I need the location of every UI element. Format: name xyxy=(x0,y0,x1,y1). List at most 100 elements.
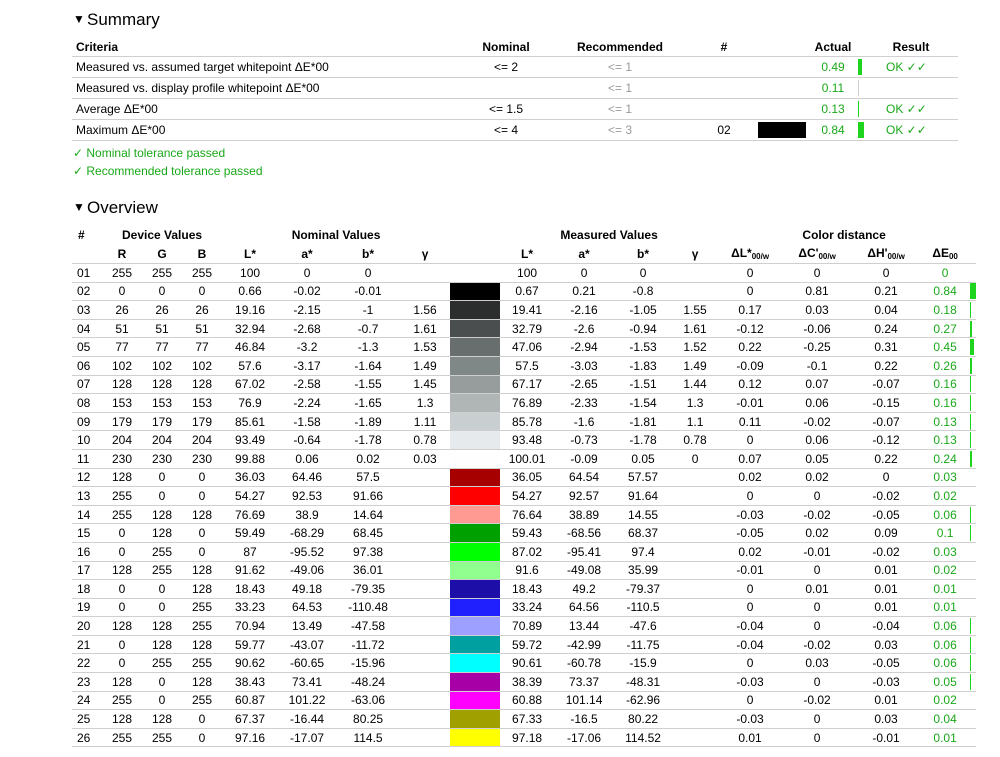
delta-h: 0.03 xyxy=(852,635,921,655)
nominal-l: 54.27 xyxy=(222,486,279,506)
swatch-cell xyxy=(450,635,501,655)
measured-b: 114.52 xyxy=(614,728,673,748)
summary-recommended: <= 1 xyxy=(548,56,692,78)
measured-a: -0.09 xyxy=(554,449,615,469)
delta-c: 0 xyxy=(782,263,853,283)
delta-l: -0.03 xyxy=(718,709,783,729)
delta-h: 0.24 xyxy=(852,319,921,339)
col-r: R xyxy=(102,244,142,264)
measured-l: 67.33 xyxy=(500,709,555,729)
delta-l: -0.01 xyxy=(718,561,783,581)
col-bar xyxy=(970,244,977,264)
measured-gamma xyxy=(672,728,719,748)
measured-a: -2.65 xyxy=(554,375,615,395)
nominal-b: 114.5 xyxy=(336,728,401,748)
patch-number: 14 xyxy=(72,505,102,525)
measured-b: 35.99 xyxy=(614,561,673,581)
summary-recommended: <= 3 xyxy=(548,119,692,141)
swatch-cell xyxy=(450,709,501,729)
summary-swatch-cell xyxy=(756,56,808,78)
overview-row: 24 255 0 255 60.87 101.22 -63.06 60.88 101.14 -62… xyxy=(72,691,977,711)
nominal-a: 64.46 xyxy=(278,468,337,488)
nominal-gamma: 1.49 xyxy=(400,356,451,376)
measured-gamma xyxy=(672,263,719,283)
overview-row: 01 255 255 255 100 0 0 100 0 0 0 0 0 0 xyxy=(72,263,977,283)
nominal-a: -17.07 xyxy=(278,728,337,748)
device-r: 51 xyxy=(102,319,142,339)
delta-h: 0.01 xyxy=(852,561,921,581)
summary-header-nominal: Nominal xyxy=(464,38,548,57)
nominal-l: 18.43 xyxy=(222,579,279,599)
device-r: 0 xyxy=(102,635,142,655)
nominal-b: -0.01 xyxy=(336,282,401,302)
nominal-l: 60.87 xyxy=(222,691,279,711)
delta-e-bar xyxy=(970,506,972,523)
nominal-b: 0 xyxy=(336,263,401,283)
summary-section-toggle[interactable]: ▼ Summary xyxy=(73,10,160,30)
overview-row: 11 230 230 230 99.88 0.06 0.02 0.03 100.01 -0.09 0… xyxy=(72,449,977,469)
swatch-cell xyxy=(450,356,501,376)
swatch-cell xyxy=(450,375,501,395)
delta-h: 0.03 xyxy=(852,709,921,729)
overview-group-header-row: # Device Values Nominal Values Measured … xyxy=(72,226,976,244)
nominal-a: 0.06 xyxy=(278,449,337,469)
measured-l: 90.61 xyxy=(500,653,555,674)
device-b: 179 xyxy=(182,412,223,432)
measured-a: -42.99 xyxy=(554,635,615,655)
measured-b: -0.8 xyxy=(614,282,673,302)
device-g: 230 xyxy=(142,449,182,469)
measured-gamma xyxy=(672,561,719,581)
measured-l: 38.39 xyxy=(500,672,555,692)
measured-gamma: 1.44 xyxy=(672,375,719,395)
delta-e: 0.04 xyxy=(920,709,971,729)
patch-number: 12 xyxy=(72,468,102,488)
measured-b: -1.78 xyxy=(614,430,673,450)
delta-c: 0.07 xyxy=(782,375,853,395)
measured-a: -3.03 xyxy=(554,356,615,376)
delta-l: 0 xyxy=(718,486,783,506)
device-r: 128 xyxy=(102,672,142,692)
nominal-a: 38.9 xyxy=(278,505,337,525)
device-g: 0 xyxy=(142,468,182,488)
swatch-cell xyxy=(450,449,501,469)
nominal-gamma xyxy=(400,672,451,692)
summary-result: OK ✓✓ xyxy=(864,98,958,120)
overview-row: 13 255 0 0 54.27 92.53 91.66 54.27 92.57 91.64 0 0-… xyxy=(72,486,977,506)
device-b: 0 xyxy=(182,523,223,543)
col-measured-bstar: b* xyxy=(614,244,673,264)
nominal-l: 91.62 xyxy=(222,561,279,581)
overview-section-toggle[interactable]: ▼ Overview xyxy=(73,198,158,218)
device-g: 153 xyxy=(142,393,182,413)
measured-a: 13.44 xyxy=(554,616,615,636)
device-g: 0 xyxy=(142,672,182,692)
overview-row: 02 0 0 0 0.66 -0.02 -0.01 0.67 0.21 -0.8 0 0.81 0.21… xyxy=(72,282,977,302)
device-r: 179 xyxy=(102,412,142,432)
patch-number: 04 xyxy=(72,319,102,339)
delta-e-bar-cell xyxy=(970,486,977,506)
patch-number: 24 xyxy=(72,691,102,711)
measured-b: 0 xyxy=(614,263,673,283)
col-swatch xyxy=(450,244,501,264)
measured-b: -0.94 xyxy=(614,319,673,339)
summary-header-criteria: Criteria xyxy=(72,38,464,57)
delta-h: 0.01 xyxy=(852,691,921,711)
overview-row: 22 0 255 255 90.62 -60.65 -15.96 90.61 -60.78 -15… xyxy=(72,653,977,674)
delta-e-bar xyxy=(858,101,859,117)
measured-gamma xyxy=(672,486,719,506)
overview-table: # Device Values Nominal Values Measured … xyxy=(72,226,977,748)
nominal-gamma xyxy=(400,709,451,729)
nominal-b: -0.7 xyxy=(336,319,401,339)
nominal-a: 49.18 xyxy=(278,579,337,599)
measured-gamma: 0.78 xyxy=(672,430,719,450)
overview-row: 26 255 255 0 97.16 -17.07 114.5 97.18 -17.06 114.… xyxy=(72,728,977,748)
delta-l: 0.01 xyxy=(718,728,783,748)
measured-l: 57.5 xyxy=(500,356,555,376)
overview-header-distance: Color distance xyxy=(802,228,886,242)
delta-e-bar-cell xyxy=(970,356,977,376)
device-b: 255 xyxy=(182,598,223,618)
delta-h: -0.02 xyxy=(852,486,921,506)
delta-e-bar xyxy=(858,59,862,75)
col-nominal-a: a* xyxy=(278,244,337,264)
delta-h: -0.07 xyxy=(852,375,921,395)
delta-e: 0.27 xyxy=(920,319,971,339)
